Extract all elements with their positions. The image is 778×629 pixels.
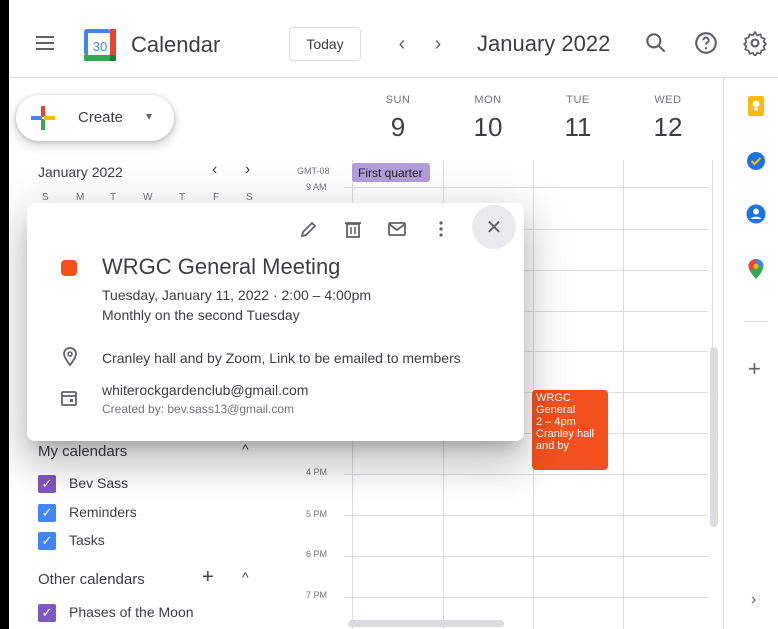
app-title: Calendar	[131, 32, 221, 57]
main-menu-icon[interactable]	[36, 36, 54, 50]
app-header: 30 Calendar Today ‹ › January 2022	[9, 11, 778, 78]
other-calendars-title[interactable]: Other calendars	[38, 571, 145, 588]
chevron-right-icon[interactable]: ›	[751, 591, 756, 609]
time-label: 7 PM	[306, 590, 328, 600]
rail-divider	[744, 321, 768, 322]
today-button[interactable]: Today	[289, 27, 361, 61]
checkbox-checked-icon[interactable]: ✓	[38, 532, 56, 550]
day-number[interactable]: 11	[533, 112, 623, 143]
allday-event-chip[interactable]: First quarter	[352, 163, 430, 182]
keep-icon[interactable]	[745, 95, 767, 117]
day-number[interactable]: 9	[353, 112, 443, 143]
checkbox-checked-icon[interactable]: ✓	[38, 504, 56, 522]
window-frame-top	[0, 0, 778, 11]
contacts-icon[interactable]	[745, 203, 767, 225]
event-color-swatch	[61, 260, 77, 276]
location-pin-icon	[63, 347, 77, 367]
mini-prev-month-icon[interactable]: ‹	[212, 161, 217, 179]
day-header-sun[interactable]: SUN 9	[353, 94, 443, 143]
event-location[interactable]: Cranley hall and by Zoom, Link to be ema…	[102, 350, 507, 366]
event-block-line: and by	[536, 440, 570, 452]
mini-dow: M	[76, 192, 85, 203]
email-guests-icon[interactable]	[385, 217, 409, 241]
day-number[interactable]: 10	[443, 112, 533, 143]
mini-dow: W	[143, 192, 153, 203]
day-name: SUN	[385, 94, 411, 106]
calendar-label: Reminders	[69, 504, 137, 520]
time-label: 4 PM	[306, 467, 328, 477]
close-icon[interactable]: ✕	[472, 205, 516, 249]
grid-line	[344, 515, 708, 516]
event-block-line: WRGC	[536, 392, 571, 404]
day-number[interactable]: 12	[623, 112, 713, 143]
calendar-icon	[61, 391, 77, 406]
previous-week-button[interactable]: ‹	[392, 33, 412, 56]
timezone-label: GMT-08	[297, 166, 330, 176]
day-name: TUE	[566, 94, 590, 106]
event-calendar-owner: whiterockgardenclub@gmail.com	[102, 382, 309, 398]
grid-line	[344, 597, 708, 598]
grid-line	[623, 160, 624, 629]
calendar-label: Bev Sass	[69, 475, 129, 491]
edit-pencil-icon[interactable]	[297, 217, 321, 241]
event-recurrence: Monthly on the second Tuesday	[102, 307, 300, 323]
create-label: Create	[78, 109, 124, 126]
current-month-label: January 2022	[477, 31, 611, 56]
plus-icon	[31, 106, 55, 130]
my-calendars-title[interactable]: My calendars	[38, 443, 127, 460]
event-title: WRGC General Meeting	[102, 254, 341, 279]
grid-line	[344, 187, 708, 188]
add-addon-icon[interactable]: +	[748, 356, 761, 382]
grid-line	[344, 474, 708, 475]
day-name: MON	[474, 94, 502, 106]
event-block-line: Cranley hall	[536, 428, 595, 440]
create-button[interactable]: Create ▾	[16, 95, 174, 141]
calendar-label: Phases of the Moon	[69, 604, 194, 620]
mini-dow: S	[246, 192, 253, 203]
time-label: 6 PM	[306, 549, 328, 559]
mini-dow: T	[110, 192, 117, 203]
tasks-icon[interactable]	[745, 150, 767, 172]
checkbox-checked-icon[interactable]: ✓	[38, 604, 56, 622]
event-created-by: Created by: bev.sass13@gmail.com	[102, 402, 295, 416]
add-other-calendar-icon[interactable]: +	[202, 566, 214, 589]
checkbox-checked-icon[interactable]: ✓	[38, 475, 56, 493]
vertical-scrollbar[interactable]	[710, 347, 718, 527]
more-options-icon[interactable]	[429, 217, 453, 241]
search-icon[interactable]	[643, 30, 669, 56]
side-panel-rail: + ›	[723, 78, 778, 629]
day-name: WED	[654, 94, 682, 106]
day-header-tue[interactable]: TUE 11	[533, 94, 623, 143]
caret-down-icon[interactable]: ▾	[146, 109, 152, 123]
window-frame-left	[0, 0, 9, 629]
chevron-up-icon[interactable]: ^	[242, 441, 249, 457]
next-week-button[interactable]: ›	[428, 33, 448, 56]
calendar-label: Tasks	[69, 532, 105, 548]
mini-calendar-title: January 2022	[38, 164, 123, 180]
time-label: 9 AM	[306, 182, 327, 192]
mini-dow: S	[42, 192, 49, 203]
event-block-line: 2 – 4pm	[536, 416, 576, 428]
time-label: 5 PM	[306, 509, 328, 519]
mini-dow: T	[179, 192, 186, 203]
calendar-event-block[interactable]: WRGC General 2 – 4pm Cranley hall and by	[532, 390, 608, 470]
grid-line	[712, 160, 713, 350]
settings-gear-icon[interactable]	[742, 30, 768, 56]
day-header-mon[interactable]: MON 10	[443, 94, 533, 143]
calendar-logo: 30	[84, 29, 116, 61]
delete-trash-icon[interactable]	[341, 217, 365, 241]
event-details-popup: ✕ WRGC General Meeting Tuesday, January …	[27, 203, 524, 441]
day-header-wed[interactable]: WED 12	[623, 94, 713, 143]
chevron-up-icon[interactable]: ^	[242, 569, 249, 585]
event-block-line: General	[536, 404, 576, 416]
mini-next-month-icon[interactable]: ›	[245, 161, 250, 179]
grid-line	[344, 556, 708, 557]
event-datetime: Tuesday, January 11, 2022 · 2:00 – 4:00p…	[102, 287, 372, 303]
mini-dow: F	[213, 192, 220, 203]
horizontal-scrollbar[interactable]	[348, 620, 504, 627]
maps-pin-icon[interactable]	[745, 258, 767, 280]
help-icon[interactable]	[693, 30, 719, 56]
logo-day: 30	[93, 39, 107, 54]
